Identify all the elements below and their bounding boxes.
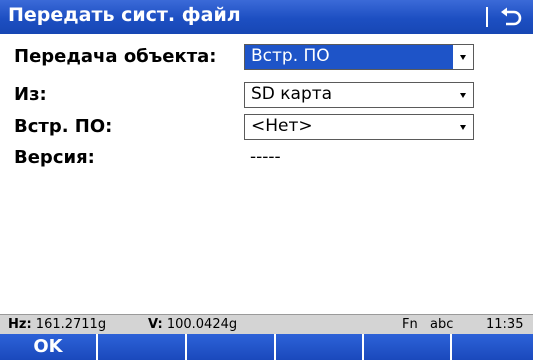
input-mode-indicator: abc	[430, 317, 454, 332]
hz-value: 161.2711g	[35, 317, 107, 332]
form-row-object: Передача объекта: Встр. ПО	[0, 44, 533, 74]
version-value: -----	[250, 147, 281, 167]
clock: 11:35	[486, 317, 524, 332]
v-label: V:	[148, 317, 163, 332]
from-dropdown[interactable]: SD карта	[244, 82, 474, 108]
form-row-version: Версия: -----	[0, 145, 533, 175]
object-value: Встр. ПО	[251, 46, 330, 66]
ok-button[interactable]: OK	[0, 334, 98, 360]
form-row-from: Из: SD карта	[0, 82, 533, 112]
softkey-f2[interactable]	[98, 334, 187, 360]
object-label: Передача объекта:	[14, 46, 217, 67]
v-readout: V: 100.0424g	[148, 317, 237, 332]
title-bar: Передать сист. файл	[0, 0, 533, 34]
status-bar: Hz: 161.2711g V: 100.0424g Fn abc 11:35	[0, 314, 533, 334]
chevron-down-icon[interactable]	[453, 45, 473, 69]
softkey-f3[interactable]	[187, 334, 276, 360]
form-row-firmware: Встр. ПО: <Нет>	[0, 114, 533, 144]
softkey-f4[interactable]	[276, 334, 364, 360]
window-title: Передать сист. файл	[8, 4, 241, 26]
softkey-bar: OK	[0, 334, 533, 360]
hz-readout: Hz: 161.2711g	[8, 317, 106, 332]
softkey-f5[interactable]	[364, 334, 452, 360]
chevron-down-icon[interactable]	[453, 115, 473, 139]
back-icon[interactable]	[498, 6, 524, 28]
from-label: Из:	[14, 84, 47, 105]
object-dropdown[interactable]: Встр. ПО	[244, 44, 474, 70]
firmware-value: <Нет>	[251, 116, 313, 136]
version-label: Версия:	[14, 147, 95, 168]
title-divider	[486, 7, 488, 27]
v-value: 100.0424g	[166, 317, 238, 332]
softkey-f6[interactable]	[452, 334, 533, 360]
from-value: SD карта	[251, 84, 333, 104]
chevron-down-icon[interactable]	[453, 83, 473, 107]
firmware-label: Встр. ПО:	[14, 116, 113, 137]
firmware-dropdown[interactable]: <Нет>	[244, 114, 474, 140]
hz-label: Hz:	[8, 317, 32, 332]
fn-indicator: Fn	[402, 317, 418, 332]
